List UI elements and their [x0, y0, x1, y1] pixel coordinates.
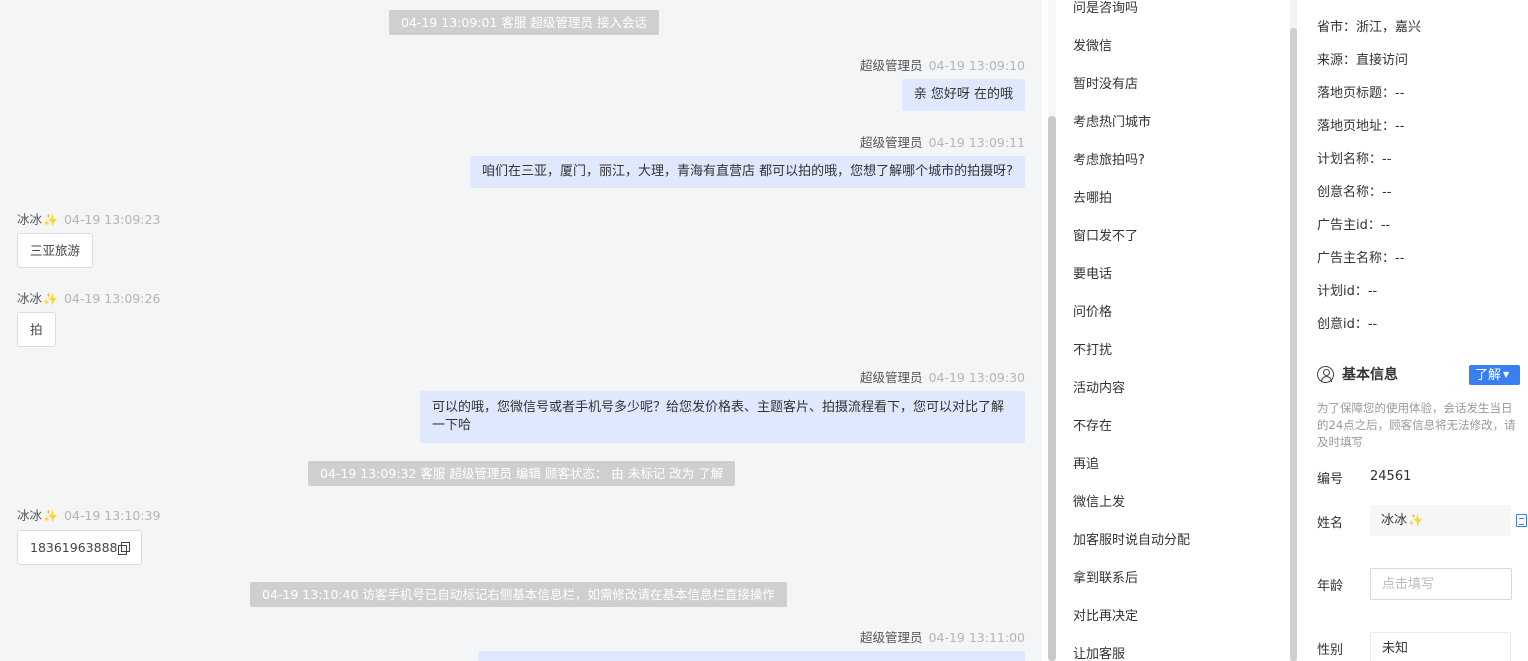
status-dropdown[interactable]: 了解 ▼ [1469, 365, 1520, 385]
info-row-creative-name: 创意名称：-- [1317, 185, 1392, 200]
status-label: 了解 [1475, 368, 1502, 383]
sparkle-emoji-icon: ✨ [1408, 513, 1423, 527]
chat-scrollbar[interactable] [1048, 0, 1056, 661]
message-meta: 超级管理员 04-19 13:11:00 [860, 627, 1025, 646]
quick-reply-item[interactable]: 去哪拍 [1073, 187, 1112, 206]
quick-reply-item[interactable]: 问是咨询吗 [1073, 0, 1138, 16]
info-row-plan-name: 计划名称：-- [1317, 152, 1392, 167]
message-time: 04-19 13:09:26 [63, 291, 161, 306]
quick-reply-item[interactable]: 问价格 [1073, 301, 1112, 320]
agent-message-bubble: 亲 您好呀 在的哦 [901, 79, 1025, 111]
message-meta: 超级管理员 04-19 13:09:10 [860, 55, 1025, 74]
quick-reply-item[interactable]: 发微信 [1073, 35, 1112, 54]
agent-message-bubble [478, 651, 1025, 661]
name-label: 姓名 [1317, 516, 1344, 531]
sender-name: 冰冰 [17, 291, 43, 306]
agent-message-bubble: 可以的哦，您微信号或者手机号多少呢？给您发价格表、主题客片、拍摄流程看下，您可以… [420, 391, 1025, 443]
system-message: 04-19 13:09:01 客服 超级管理员 接入会话 [389, 10, 659, 35]
sender-name: 超级管理员 [860, 58, 923, 73]
copy-icon[interactable] [118, 542, 131, 555]
message-meta: 冰冰✨ 04-19 13:10:39 [17, 505, 160, 524]
basic-info-title: 基本信息 [1342, 367, 1398, 383]
info-row-landing-url: 落地页地址：-- [1317, 119, 1405, 134]
info-row-source: 来源：直接访问 [1317, 53, 1409, 68]
sender-name: 超级管理员 [860, 370, 923, 385]
age-label: 年龄 [1317, 579, 1344, 594]
quick-reply-item[interactable]: 暂时没有店 [1073, 73, 1138, 92]
id-value: 24561 [1370, 469, 1412, 484]
quick-reply-item[interactable]: 不存在 [1073, 415, 1112, 434]
quick-reply-item[interactable]: 拿到联系后 [1073, 567, 1138, 586]
visitor-message-bubble: 18361963888 [17, 530, 143, 565]
message-time: 04-19 13:09:11 [928, 135, 1025, 150]
quick-reply-item[interactable]: 微信上发 [1073, 491, 1125, 510]
message-meta: 超级管理员 04-19 13:09:30 [860, 367, 1025, 386]
name-field[interactable]: 冰冰✨ [1370, 505, 1511, 536]
system-message: 04-19 13:10:40 访客手机号已自动标记右侧基本信息栏，如需修改请在基… [250, 582, 787, 607]
gender-select[interactable]: 未知 [1370, 632, 1511, 661]
copy-name-icon[interactable] [1516, 514, 1527, 527]
caret-down-icon: ▼ [1503, 370, 1510, 379]
message-meta: 冰冰✨ 04-19 13:09:23 [17, 209, 160, 228]
sparkle-emoji-icon: ✨ [43, 213, 58, 227]
sparkle-emoji-icon: ✨ [43, 292, 58, 306]
quick-reply-item[interactable]: 考虑旅拍吗? [1073, 149, 1145, 168]
agent-message-bubble: 咱们在三亚，厦门，丽江，大理，青海有直营店 都可以拍的哦，您想了解哪个城市的拍摄… [469, 156, 1025, 188]
info-row-plan-id: 计划id：-- [1317, 284, 1378, 299]
info-row-creative-id: 创意id：-- [1317, 317, 1378, 332]
basic-info-heading: 基本信息 [1317, 364, 1398, 384]
quick-reply-item[interactable]: 不打扰 [1073, 339, 1112, 358]
quick-reply-item[interactable]: 加客服时说自动分配 [1073, 529, 1190, 548]
message-time: 04-19 13:09:30 [928, 370, 1025, 385]
message-time: 04-19 13:10:39 [63, 508, 161, 523]
sparkle-emoji-icon: ✨ [43, 509, 58, 523]
quick-reply-item[interactable]: 活动内容 [1073, 377, 1125, 396]
message-time: 04-19 13:09:23 [63, 212, 161, 227]
system-message: 04-19 13:09:32 客服 超级管理员 编辑 顾客状态： 由 未标记 改… [308, 461, 736, 486]
info-row-advertiser-name: 广告主名称：-- [1317, 251, 1405, 266]
sender-name: 冰冰 [17, 508, 43, 523]
quick-reply-item[interactable]: 再追 [1073, 453, 1099, 472]
scrollbar-thumb[interactable] [1048, 116, 1056, 661]
user-circle-icon [1317, 365, 1334, 383]
visitor-message-bubble: 三亚旅游 [17, 233, 94, 268]
quick-reply-item[interactable]: 对比再决定 [1073, 605, 1138, 624]
info-row-province: 省市：浙江，嘉兴 [1317, 20, 1422, 35]
phone-number-text: 18361963888 [30, 540, 118, 555]
quick-reply-item[interactable]: 要电话 [1073, 263, 1112, 282]
quick-reply-scrollbar[interactable] [1290, 0, 1297, 661]
quick-reply-item[interactable]: 让加客服 [1073, 643, 1125, 661]
quick-reply-item[interactable]: 考虑热门城市 [1073, 111, 1151, 130]
quick-reply-item[interactable]: 窗口发不了 [1073, 225, 1138, 244]
info-row-advertiser-id: 广告主id：-- [1317, 218, 1391, 233]
age-input[interactable]: 点击填写 [1370, 568, 1512, 600]
message-meta: 冰冰✨ 04-19 13:09:26 [17, 288, 160, 307]
message-time: 04-19 13:09:10 [928, 58, 1025, 73]
info-row-landing-title: 落地页标题：-- [1317, 86, 1405, 101]
message-time: 04-19 13:11:00 [928, 630, 1025, 645]
chat-panel: 04-19 13:09:01 客服 超级管理员 接入会话 超级管理员 04-19 … [0, 0, 1042, 661]
sender-name: 超级管理员 [860, 630, 923, 645]
id-label: 编号 [1317, 472, 1344, 487]
visitor-message-bubble: 拍 [17, 312, 56, 347]
quick-reply-list: 问是咨询吗 发微信 暂时没有店 考虑热门城市 考虑旅拍吗? 去哪拍 窗口发不了 … [1058, 0, 1290, 661]
gender-label: 性别 [1317, 643, 1344, 658]
visitor-info-panel: 省市：浙江，嘉兴 来源：直接访问 落地页标题：-- 落地页地址：-- 计划名称：… [1297, 0, 1528, 661]
scrollbar-thumb[interactable] [1290, 28, 1297, 661]
name-value: 冰冰 [1381, 513, 1408, 528]
edit-notice: 为了保障您的使用体验，会话发生当日的24点之后，顾客信息将无法修改，请及时填写 [1317, 401, 1516, 449]
sender-name: 超级管理员 [860, 135, 923, 150]
sender-name: 冰冰 [17, 212, 43, 227]
message-meta: 超级管理员 04-19 13:09:11 [860, 132, 1025, 151]
